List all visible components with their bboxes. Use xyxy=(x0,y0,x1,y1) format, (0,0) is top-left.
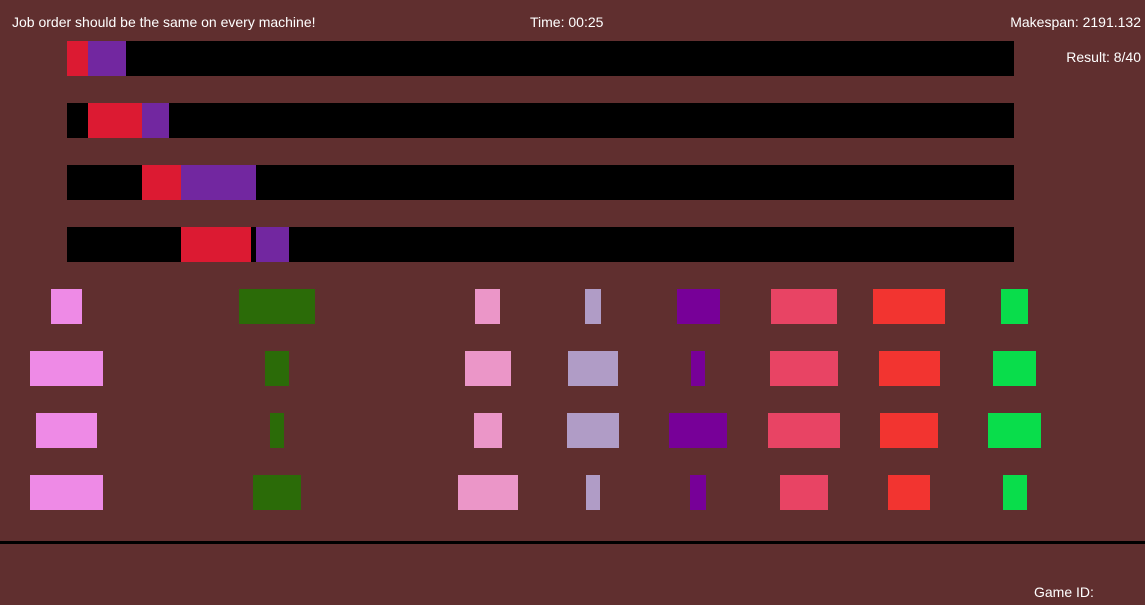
job-dark-green-op2[interactable] xyxy=(265,351,289,386)
job-pink-op1[interactable] xyxy=(51,289,82,324)
instruction-message: Job order should be the same on every ma… xyxy=(12,14,316,30)
job-red-orange-op2[interactable] xyxy=(879,351,940,386)
machine-row-4[interactable] xyxy=(67,227,1014,262)
job-rose-op2[interactable] xyxy=(770,351,838,386)
job-violet-op1[interactable] xyxy=(677,289,720,324)
timer-label: Time: 00:25 xyxy=(530,14,604,30)
job-red-orange-op4[interactable] xyxy=(888,475,930,510)
job-green-op3[interactable] xyxy=(988,413,1041,448)
job-red-orange-op1[interactable] xyxy=(873,289,945,324)
job-rose-op1[interactable] xyxy=(771,289,837,324)
result-label: Result: 8/40 xyxy=(1066,49,1141,65)
job-violet-op2[interactable] xyxy=(691,351,705,386)
job-lavender-op2[interactable] xyxy=(568,351,618,386)
scheduled-job-purple-m2[interactable] xyxy=(142,103,169,138)
job-light-pink-op4[interactable] xyxy=(458,475,518,510)
job-violet-op3[interactable] xyxy=(669,413,727,448)
job-violet-op4[interactable] xyxy=(690,475,706,510)
job-light-pink-op3[interactable] xyxy=(474,413,502,448)
job-light-pink-op2[interactable] xyxy=(465,351,511,386)
job-pink-op3[interactable] xyxy=(36,413,97,448)
scheduled-job-red-m2[interactable] xyxy=(88,103,142,138)
job-green-op4[interactable] xyxy=(1003,475,1027,510)
job-green-op1[interactable] xyxy=(1001,289,1028,324)
scheduled-job-red-m1[interactable] xyxy=(67,41,88,76)
divider xyxy=(0,541,1145,544)
job-rose-op4[interactable] xyxy=(780,475,828,510)
job-pink-op2[interactable] xyxy=(30,351,103,386)
scheduled-job-red-m4[interactable] xyxy=(181,227,251,262)
scheduled-job-red-m3[interactable] xyxy=(142,165,181,200)
machine-row-2[interactable] xyxy=(67,103,1014,138)
game-id-label: Game ID: xyxy=(1034,584,1094,600)
machine-row-1[interactable] xyxy=(67,41,1014,76)
scheduled-job-purple-m3[interactable] xyxy=(181,165,256,200)
job-pink-op4[interactable] xyxy=(30,475,103,510)
job-lavender-op4[interactable] xyxy=(586,475,600,510)
job-lavender-op3[interactable] xyxy=(567,413,619,448)
job-light-pink-op1[interactable] xyxy=(475,289,500,324)
job-dark-green-op3[interactable] xyxy=(270,413,284,448)
job-red-orange-op3[interactable] xyxy=(880,413,938,448)
scheduled-job-purple-m4[interactable] xyxy=(256,227,289,262)
job-dark-green-op4[interactable] xyxy=(253,475,301,510)
job-lavender-op1[interactable] xyxy=(585,289,601,324)
job-rose-op3[interactable] xyxy=(768,413,840,448)
machine-row-3[interactable] xyxy=(67,165,1014,200)
job-dark-green-op1[interactable] xyxy=(239,289,315,324)
job-green-op2[interactable] xyxy=(993,351,1036,386)
scheduled-job-purple-m1[interactable] xyxy=(88,41,126,76)
makespan-label: Makespan: 2191.132 xyxy=(1010,14,1141,30)
